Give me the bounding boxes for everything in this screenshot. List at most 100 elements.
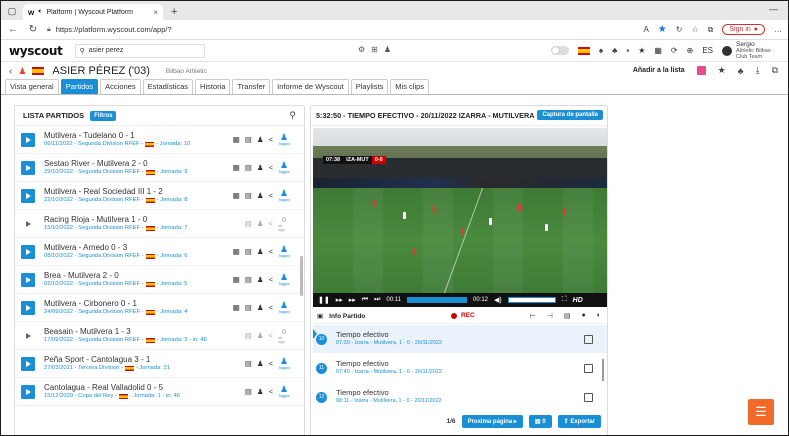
formation-icon[interactable]: ♟ (257, 163, 264, 172)
tag-status[interactable]: ♟ Tagged (278, 301, 290, 315)
collections-icon[interactable]: ⧉ (708, 25, 714, 35)
hd-toggle[interactable]: HD (573, 297, 583, 304)
tag-status[interactable]: ♟ Tagged (278, 385, 290, 399)
filters-button[interactable]: Filtros (90, 110, 117, 121)
share-icon[interactable]: < (269, 387, 273, 396)
refresh-page-icon[interactable]: ↻ (676, 25, 683, 34)
share-icon[interactable]: < (269, 331, 273, 340)
matches-scrollbar[interactable] (300, 256, 303, 296)
fast-forward-icon[interactable]: ▸▸ (349, 296, 356, 304)
stats-icon[interactable]: ▦ (233, 191, 240, 200)
player-club[interactable]: Bilbao Athletic (166, 68, 207, 75)
stats-icon[interactable]: ▦ (233, 247, 240, 256)
tab-acciones[interactable]: Acciones (100, 79, 141, 94)
match-row[interactable]: Cantolagua - Real Valladolid 0 - 5 15/12/… (15, 378, 304, 406)
spain-flag-icon[interactable] (577, 46, 590, 55)
lock-icon[interactable]: 🔒︎ (47, 26, 51, 34)
share-icon[interactable]: < (269, 219, 273, 228)
favorite-icon[interactable]: ★ (718, 65, 726, 76)
share-icon[interactable]: < (269, 163, 273, 172)
favorites-icon[interactable]: ☆ (691, 25, 698, 34)
settings-icon[interactable]: ⚙ (358, 45, 365, 54)
report-icon[interactable]: ▤ (245, 359, 252, 368)
play-match-button[interactable] (21, 132, 35, 147)
share-icon[interactable]: < (269, 135, 273, 144)
search-icon[interactable]: ⚲ (289, 110, 296, 121)
tag-status[interactable]: ♟ Tagged (278, 273, 290, 287)
match-row[interactable]: Mutilvera - Real Sociedad III 1 - 2 22/10… (15, 182, 304, 210)
report-icon[interactable]: ▤ (245, 247, 252, 256)
tab-partidos[interactable]: Partidos (60, 79, 99, 94)
trim-end-icon[interactable]: ⊣ (547, 312, 553, 320)
tag-status[interactable]: ♟ Tagged (278, 357, 290, 371)
match-title[interactable]: Cantolagua - Real Valladolid 0 - 5 (44, 383, 245, 392)
video-progress-bar[interactable] (407, 297, 467, 303)
calendar-icon[interactable]: ▦ (654, 46, 662, 55)
favorite-star-icon[interactable]: ★ (658, 24, 667, 35)
skip-forward-icon[interactable]: ⏭ (374, 296, 380, 304)
volume-icon[interactable]: ◀) (494, 296, 502, 304)
chat-button[interactable]: ☰ (748, 399, 774, 425)
match-title[interactable]: Sestao River - Mutilvera 2 - 0 (44, 159, 233, 168)
clip-list-icon[interactable]: ▤ (564, 312, 571, 320)
report-icon[interactable]: ▤ (245, 275, 252, 284)
share-icon[interactable]: < (269, 359, 273, 368)
stats-icon[interactable]: ▦ (233, 275, 240, 284)
play-match-button[interactable] (21, 300, 35, 315)
formation-icon[interactable]: ♟ (257, 303, 264, 312)
play-match-button[interactable] (21, 356, 35, 371)
match-title[interactable]: Mutilvera - Real Sociedad III 1 - 2 (44, 187, 233, 196)
report-icon[interactable]: ▤ (245, 191, 252, 200)
bell-icon[interactable]: ♣ (612, 46, 617, 55)
match-row[interactable]: Peña Sport - Cantolagua 3 - 1 27/03/2021 … (15, 350, 304, 378)
user-menu[interactable]: Sergio Athletic Bilbao Club Team (722, 41, 780, 60)
share-icon[interactable]: < (269, 247, 273, 256)
formation-icon[interactable]: ♟ (257, 387, 264, 396)
url-field[interactable]: 🔒︎ https://platform.wyscout.com/app/? (47, 25, 172, 34)
tab-informe[interactable]: Informe de Wyscout (272, 79, 349, 94)
match-title[interactable]: Mutilvera - Arnedo 0 - 3 (44, 243, 233, 252)
tab-mis-clips[interactable]: Mis clips (390, 79, 430, 94)
new-tab-button[interactable]: + (171, 6, 177, 18)
chevron-left-icon[interactable]: ‹ (9, 66, 12, 77)
play-match-button[interactable] (21, 244, 35, 259)
fullscreen-icon[interactable]: ⛶ (562, 296, 567, 304)
skip-back-icon[interactable]: ⏮ (362, 296, 368, 304)
tab-transfer[interactable]: Transfer (232, 79, 271, 94)
more-icon[interactable]: … (774, 25, 782, 34)
match-row[interactable]: Racing Rioja - Mutilvera 1 - 0 15/10/2022… (15, 210, 304, 238)
notifications-icon[interactable]: ♠ (599, 46, 603, 55)
screenshot-button[interactable]: Captura de pantalla (537, 110, 603, 120)
stats-icon[interactable]: ▦ (233, 163, 240, 172)
match-row[interactable]: Brea - Mutilvera 2 - 0 02/10/2022 - Segun… (15, 266, 304, 294)
match-row[interactable]: Mutilvera - Cirbonero 0 - 1 24/09/2022 - … (15, 294, 304, 322)
match-row[interactable]: Sestao River - Mutilvera 2 - 0 29/10/2022… (15, 154, 304, 182)
toggle-icon[interactable]: ◐ (597, 312, 601, 320)
refresh-icon[interactable]: ↻ (27, 24, 39, 35)
user-icon[interactable]: ♟ (384, 45, 391, 54)
globe-icon[interactable]: ⊕ (687, 46, 694, 55)
report-icon[interactable]: ▤ (245, 135, 252, 144)
mute-icon[interactable]: 🔈︎ (38, 8, 42, 16)
report-icon[interactable]: ▤ (245, 303, 252, 312)
clip-row[interactable]: 10 Tiempo efectivo 07:30 - Izarra - Mutilv… (313, 325, 607, 353)
next-page-button[interactable]: Proxima página ▸ (461, 414, 523, 428)
trim-start-icon[interactable]: ⊢ (530, 312, 536, 320)
clip-row[interactable]: 11 Tiempo efectivo 07:40 - Izarra - Mutilv… (313, 354, 607, 382)
video-player[interactable]: 07:38 IZA-MUT 0-0 (313, 128, 607, 293)
report-icon[interactable]: ▤ (245, 219, 252, 228)
minimize-icon[interactable]: — (769, 4, 778, 14)
clip-checkbox[interactable] (584, 363, 593, 373)
back-icon[interactable]: ← (7, 24, 19, 35)
report-icon[interactable]: ▤ (245, 331, 252, 340)
match-row[interactable]: Beasain - Mutilvera 1 - 3 17/09/2022 - Se… (15, 322, 304, 350)
play-match-button[interactable] (21, 217, 35, 231)
settings-icon[interactable]: ● (582, 312, 586, 320)
play-match-button[interactable] (21, 160, 35, 175)
clip-checkbox[interactable] (584, 392, 593, 402)
tag-status[interactable]: ♟ Tagged (278, 161, 290, 175)
match-title[interactable]: Racing Rioja - Mutilvera 1 - 0 (44, 215, 245, 224)
pause-icon[interactable]: ❚❚ (318, 296, 330, 304)
sync-icon[interactable]: ⟳ (671, 46, 678, 55)
language-code[interactable]: ES (702, 46, 713, 55)
